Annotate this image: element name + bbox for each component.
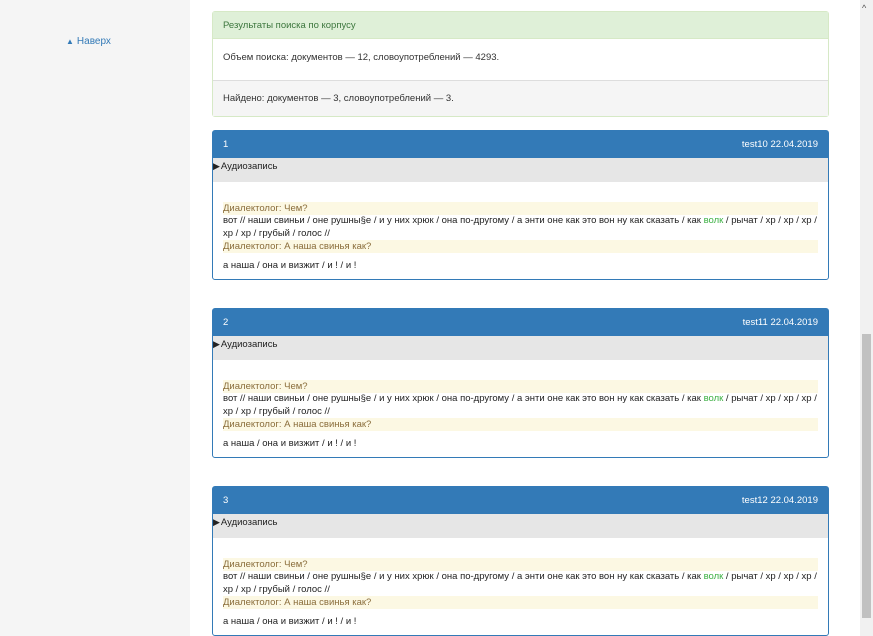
result-card: 1 test10 22.04.2019 ▶Аудиозапись Диалект… (212, 130, 829, 280)
result-body: Диалектолог: Чем? вот // наши свиньи / о… (213, 538, 828, 635)
transcript-answer: а наша / она и визжит / и ! / и ! (223, 438, 357, 449)
speaker-question: Диалектолог: Чем? (223, 202, 818, 215)
result-header: 2 test11 22.04.2019 (213, 309, 828, 336)
result-header: 3 test12 22.04.2019 (213, 487, 828, 514)
result-header: 1 test10 22.04.2019 (213, 131, 828, 158)
back-to-top-label: Наверх (76, 36, 111, 47)
play-triangle-icon: ▶ (213, 339, 220, 349)
result-meta: test11 22.04.2019 (742, 317, 818, 328)
result-card: 3 test12 22.04.2019 ▶Аудиозапись Диалект… (212, 486, 829, 636)
search-volume: Объем поиска: документов — 12, словоупот… (213, 39, 828, 81)
search-results-header: Результаты поиска по корпусу (213, 12, 828, 39)
result-meta: test12 22.04.2019 (741, 495, 818, 506)
transcript-text: вот // наши свиньи / оне рушны§е / и у н… (223, 393, 817, 417)
result-number: 2 (223, 317, 229, 328)
vertical-scrollbar[interactable]: ^ (860, 0, 873, 636)
transcript-text: вот // наши свиньи / оне рушны§е / и у н… (223, 215, 817, 239)
transcript-answer: а наша / она и визжит / и ! / и ! (223, 616, 357, 627)
result-body: Диалектолог: Чем? вот // наши свиньи / о… (213, 360, 828, 457)
speaker-question: Диалектолог: Чем? (223, 380, 818, 393)
transcript-text: вот // наши свиньи / оне рушны§е / и у н… (223, 571, 817, 595)
audio-label: Аудиозапись (220, 517, 278, 528)
speaker-question: Диалектолог: А наша свинья как? (223, 596, 818, 609)
search-hit: волк (703, 571, 724, 582)
result-number: 3 (223, 495, 229, 506)
transcript-answer: а наша / она и визжит / и ! / и ! (223, 260, 357, 271)
audio-label: Аудиозапись (220, 161, 278, 172)
result-number: 1 (223, 139, 229, 150)
search-found: Найдено: документов — 3, словоупотреблен… (213, 81, 828, 116)
audio-toggle[interactable]: ▶Аудиозапись (213, 514, 828, 538)
search-hit: волк (703, 215, 724, 226)
sidebar: ▲ Наверх (0, 0, 190, 636)
result-meta: test10 22.04.2019 (741, 139, 818, 150)
result-card: 2 test11 22.04.2019 ▶Аудиозапись Диалект… (212, 308, 829, 458)
scrollbar-thumb[interactable] (862, 334, 871, 618)
play-triangle-icon: ▶ (213, 161, 220, 171)
triangle-up-icon: ▲ (66, 37, 74, 46)
back-to-top-link[interactable]: ▲ Наверх (66, 36, 111, 47)
search-results-panel: Результаты поиска по корпусу Объем поиск… (212, 11, 829, 117)
audio-toggle[interactable]: ▶Аудиозапись (213, 158, 828, 182)
speaker-question: Диалектолог: А наша свинья как? (223, 240, 818, 253)
audio-label: Аудиозапись (220, 339, 278, 350)
search-hit: волк (703, 393, 724, 404)
scroll-up-icon[interactable]: ^ (862, 3, 866, 13)
audio-toggle[interactable]: ▶Аудиозапись (213, 336, 828, 360)
speaker-question: Диалектолог: Чем? (223, 558, 818, 571)
play-triangle-icon: ▶ (213, 517, 220, 527)
result-body: Диалектолог: Чем? вот // наши свиньи / о… (213, 182, 828, 279)
speaker-question: Диалектолог: А наша свинья как? (223, 418, 818, 431)
